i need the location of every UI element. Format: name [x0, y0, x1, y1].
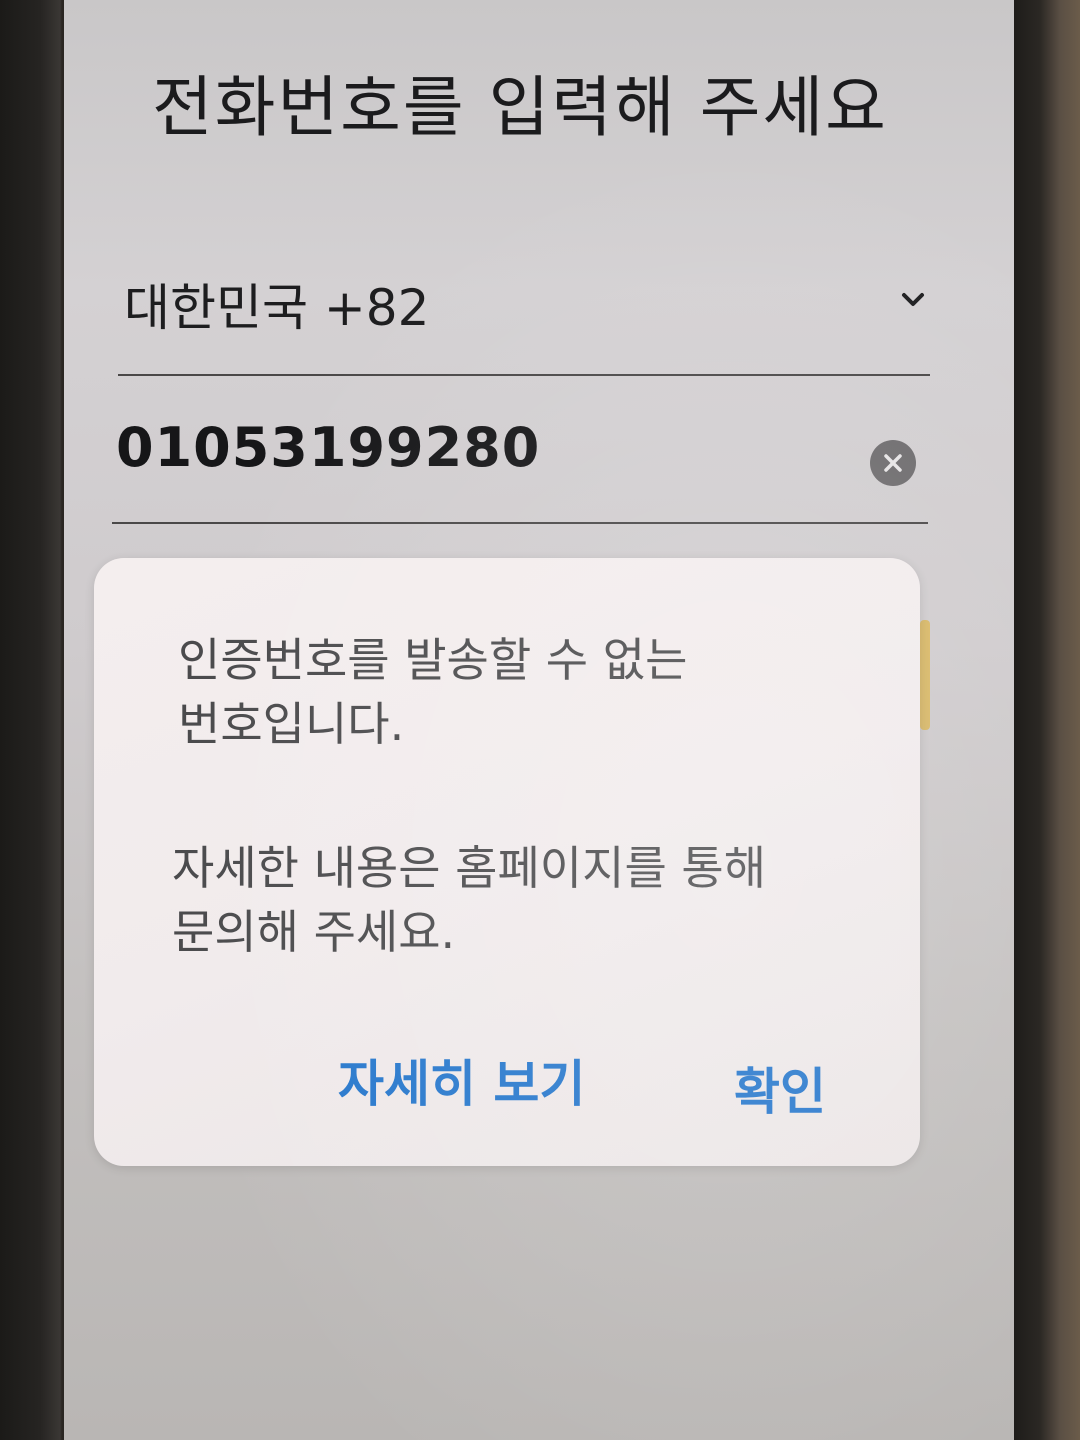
phone-number-field[interactable]: 01053199280: [112, 410, 928, 524]
country-code-value: 대한민국 +82: [124, 279, 430, 337]
confirm-button[interactable]: 확인: [734, 1052, 826, 1124]
clear-input-button[interactable]: [870, 440, 916, 486]
dialog-message-line: 번호입니다.: [178, 697, 405, 751]
dialog-message: 자세한 내용은 홈페이지를 통해 문의해 주세요.: [172, 836, 766, 964]
country-code-select[interactable]: 대한민국 +82: [118, 262, 930, 376]
dialog-message-line: 자세한 내용은 홈페이지를 통해: [172, 841, 767, 895]
phone-screen: 전화번호를 입력해 주세요 대한민국 +82 01053199280 인증번호를…: [64, 0, 1014, 1440]
background-button-edge: [920, 620, 930, 730]
phone-number-value: 01053199280: [116, 416, 541, 479]
dialog-message: 인증번호를 발송할 수 없는 번호입니다.: [178, 628, 687, 756]
dialog-message-line: 문의해 주세요.: [172, 905, 456, 959]
page-title: 전화번호를 입력해 주세요: [152, 69, 888, 146]
alert-dialog: 인증번호를 발송할 수 없는 번호입니다. 자세한 내용은 홈페이지를 통해 문…: [94, 558, 920, 1166]
chevron-down-icon: [898, 284, 928, 314]
dialog-message-line: 인증번호를 발송할 수 없는: [178, 633, 688, 687]
close-icon: [884, 454, 902, 472]
view-details-button[interactable]: 자세히 보기: [338, 1044, 585, 1116]
